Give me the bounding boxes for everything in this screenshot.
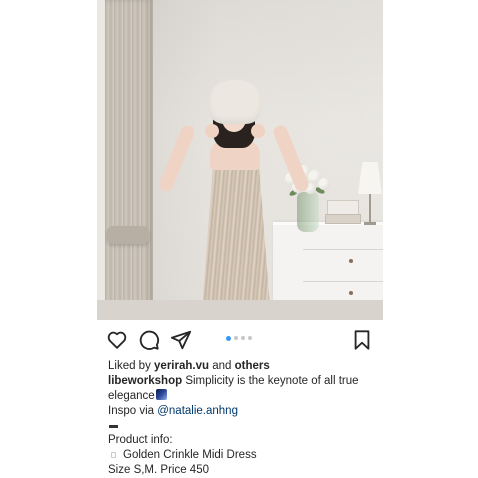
- model-hat: [209, 80, 261, 124]
- inspo-handle-link[interactable]: @natalie.anhng: [157, 405, 238, 417]
- drawer-knob: [349, 259, 353, 263]
- heart-icon[interactable]: [106, 329, 128, 351]
- likes-line: Liked by yerirah.vu and others: [108, 359, 378, 374]
- share-icon[interactable]: [170, 329, 192, 351]
- likes-joiner: and: [209, 360, 235, 372]
- inspo-line: Inspo via @natalie.anhng: [108, 404, 378, 419]
- carousel-dot-active: [226, 335, 231, 341]
- post-photo[interactable]: [97, 0, 383, 320]
- product-heading: Product info:: [108, 434, 173, 446]
- book-stack: [325, 200, 361, 224]
- likes-others-link[interactable]: others: [235, 360, 270, 372]
- carousel-dot: [234, 336, 238, 340]
- lamp-stem: [369, 194, 371, 224]
- caption-username-link[interactable]: libeworkshop: [108, 375, 182, 387]
- floor: [97, 300, 383, 320]
- carousel-dot: [241, 336, 245, 340]
- carousel-dot: [248, 336, 252, 340]
- bookmark-icon[interactable]: [351, 329, 373, 351]
- caption-text-continued: elegance: [108, 390, 155, 402]
- caption-line-2: elegance: [108, 389, 378, 404]
- lamp-base: [364, 222, 376, 225]
- inspo-prefix: Inspo via: [108, 405, 158, 417]
- drawer-divider: [303, 249, 383, 250]
- caption-text: Simplicity is the keynote of all true: [182, 375, 359, 387]
- drawer-knob: [349, 291, 353, 295]
- liked-by-user-link[interactable]: yerirah.vu: [154, 360, 209, 372]
- bullet-icon: [111, 452, 116, 458]
- post-caption: Liked by yerirah.vu and others libeworks…: [108, 359, 378, 478]
- separator-dash: [109, 425, 118, 428]
- book: [327, 200, 359, 215]
- model-left-hand: [205, 124, 219, 138]
- curtain-tieback: [107, 226, 149, 244]
- comment-icon[interactable]: [138, 329, 160, 351]
- curtain: [105, 0, 153, 320]
- book: [325, 214, 361, 224]
- carousel-indicator: [226, 335, 252, 341]
- product-details: Size S,M. Price 450: [108, 464, 209, 476]
- product-name: Golden Crinkle Midi Dress: [123, 449, 257, 461]
- caption-line-1: libeworkshop Simplicity is the keynote o…: [108, 374, 378, 389]
- product-name-line: Golden Crinkle Midi Dress: [108, 448, 378, 463]
- likes-prefix: Liked by: [108, 360, 155, 372]
- drawer-divider: [303, 281, 383, 282]
- model-right-hand: [251, 124, 265, 138]
- instagram-post: Liked by yerirah.vu and others libeworks…: [97, 0, 383, 478]
- flower-vase: [297, 192, 319, 232]
- flower: [318, 178, 330, 190]
- night-sky-emoji: [155, 389, 167, 400]
